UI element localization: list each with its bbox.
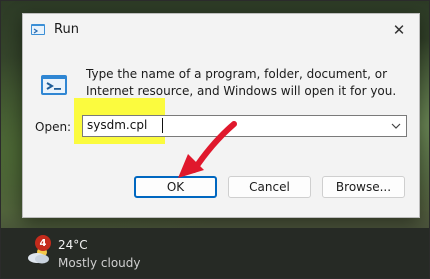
screenshot-frame bbox=[0, 0, 430, 279]
